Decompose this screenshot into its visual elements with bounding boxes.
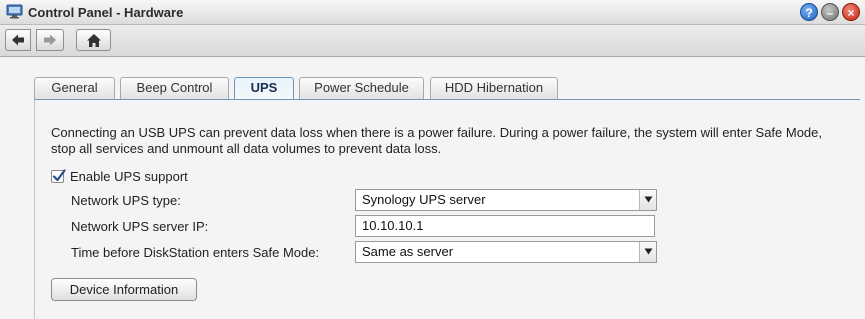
network-ups-type-select[interactable]: Synology UPS server <box>355 189 657 211</box>
toolbar <box>0 25 865 57</box>
network-ups-type-label: Network UPS type: <box>71 193 181 208</box>
tab-ups[interactable]: UPS <box>234 77 294 100</box>
home-button[interactable] <box>76 29 111 51</box>
network-ups-server-ip-label: Network UPS server IP: <box>71 219 209 234</box>
minimize-button[interactable]: – <box>821 3 839 21</box>
window-title: Control Panel - Hardware <box>28 5 184 20</box>
control-panel-icon <box>6 4 23 19</box>
tab-general[interactable]: General <box>34 77 115 99</box>
tab-power-schedule[interactable]: Power Schedule <box>299 77 424 99</box>
safe-mode-time-value: Same as server <box>362 244 454 259</box>
ups-description: Connecting an USB UPS can prevent data l… <box>51 125 823 156</box>
back-button[interactable] <box>5 29 31 51</box>
help-button[interactable]: ? <box>800 3 818 21</box>
title-bar: Control Panel - Hardware ? – × <box>0 0 865 25</box>
enable-ups-label: Enable UPS support <box>70 169 188 184</box>
network-ups-server-ip-value: 10.10.10.1 <box>362 218 424 233</box>
checkmark-icon <box>52 169 66 182</box>
device-information-button[interactable]: Device Information <box>51 278 197 301</box>
tab-hdd-hibernation[interactable]: HDD Hibernation <box>430 77 558 99</box>
network-ups-type-value: Synology UPS server <box>362 192 486 207</box>
safe-mode-time-label: Time before DiskStation enters Safe Mode… <box>71 245 320 260</box>
safe-mode-time-select[interactable]: Same as server <box>355 241 657 263</box>
arrow-left-icon <box>12 34 24 46</box>
close-button[interactable]: × <box>842 3 860 21</box>
chevron-down-icon[interactable] <box>639 242 656 262</box>
enable-ups-checkbox[interactable] <box>51 169 66 183</box>
home-icon <box>86 34 101 47</box>
forward-button[interactable] <box>36 29 64 51</box>
tab-beep-control[interactable]: Beep Control <box>120 77 229 99</box>
ups-panel: Connecting an USB UPS can prevent data l… <box>34 99 860 319</box>
chevron-down-icon[interactable] <box>639 190 656 210</box>
arrow-right-icon <box>44 34 56 46</box>
network-ups-server-ip-input[interactable]: 10.10.10.1 <box>355 215 655 237</box>
content-area: General Beep Control UPS Power Schedule … <box>0 58 865 319</box>
